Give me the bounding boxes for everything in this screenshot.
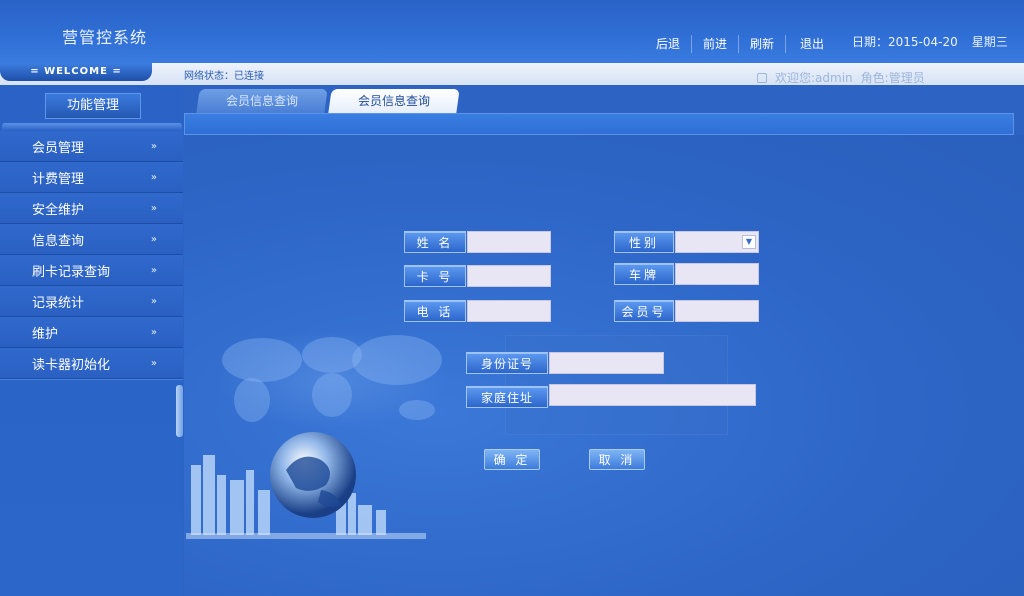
sidebar-heading: 功能管理 bbox=[45, 93, 141, 119]
double-chevron-down-icon: » bbox=[150, 295, 157, 307]
welcome-user: 欢迎您:admin bbox=[775, 71, 853, 85]
sidebar-scroll-handle[interactable] bbox=[176, 385, 183, 437]
double-chevron-down-icon: » bbox=[150, 264, 157, 276]
name-input[interactable] bbox=[467, 231, 551, 253]
sidebar-item-label: 刷卡记录查询 bbox=[32, 264, 111, 280]
sidebar-item-maintenance[interactable]: 维护 » bbox=[0, 317, 183, 348]
double-chevron-down-icon: » bbox=[150, 326, 157, 338]
id-input[interactable] bbox=[549, 352, 664, 374]
globe-graphic bbox=[270, 432, 356, 518]
sidebar-item-label: 信息查询 bbox=[32, 233, 85, 249]
tab-bar: 会员信息查询 会员信息查询 bbox=[196, 89, 462, 113]
tab-content-strip bbox=[184, 113, 1014, 135]
date-text: 日期：2015-04-20 bbox=[852, 35, 958, 49]
logout-button[interactable]: 退出 bbox=[785, 35, 838, 53]
sidebar-item-label: 会员管理 bbox=[32, 140, 85, 156]
user-info: 欢迎您:admin 角色:管理员 bbox=[757, 69, 925, 86]
header: 营管控系统 后退 前进 刷新 退出 日期：2015-04-20 星期三 bbox=[0, 0, 1024, 63]
member-no-input[interactable] bbox=[675, 300, 759, 322]
plate-input[interactable] bbox=[675, 263, 759, 285]
name-label: 姓 名 bbox=[404, 231, 466, 253]
sidebar-item-label: 读卡器初始化 bbox=[32, 357, 111, 373]
user-icon bbox=[757, 72, 767, 83]
app-title: 营管控系统 bbox=[62, 28, 148, 47]
sidebar-item-security[interactable]: 安全维护 » bbox=[0, 193, 183, 224]
double-chevron-down-icon: » bbox=[150, 140, 157, 152]
double-chevron-down-icon: » bbox=[150, 233, 157, 245]
confirm-button[interactable]: 确 定 bbox=[484, 449, 540, 470]
sidebar-item-billing[interactable]: 计费管理 » bbox=[0, 162, 183, 193]
double-chevron-down-icon: » bbox=[150, 357, 157, 369]
sidebar-item-info-query[interactable]: 信息查询 » bbox=[0, 224, 183, 255]
status-bar: = WELCOME = 网络状态：已连接 欢迎您:admin 角色:管理员 bbox=[0, 63, 1024, 85]
sidebar-item-statistics[interactable]: 记录统计 » bbox=[0, 286, 183, 317]
sidebar-menu: 会员管理 » 计费管理 » 安全维护 » 信息查询 » 刷卡记录查询 » 记录统… bbox=[0, 131, 183, 379]
sidebar-item-member-management[interactable]: 会员管理 » bbox=[0, 131, 183, 162]
double-chevron-down-icon: » bbox=[150, 171, 157, 183]
world-map-graphic bbox=[222, 335, 442, 422]
tab-label: 会员信息查询 bbox=[358, 94, 431, 108]
weekday-text: 星期三 bbox=[971, 35, 1008, 49]
sidebar: 功能管理 会员管理 » 计费管理 » 安全维护 » 信息查询 » 刷卡记录查询 … bbox=[0, 85, 183, 596]
sidebar-item-label: 安全维护 bbox=[32, 202, 85, 218]
sidebar-item-reader-init[interactable]: 读卡器初始化 » bbox=[0, 348, 183, 379]
sidebar-item-swipe-records[interactable]: 刷卡记录查询 » bbox=[0, 255, 183, 286]
phone-input[interactable] bbox=[467, 300, 551, 322]
sidebar-divider bbox=[2, 123, 182, 131]
id-label: 身份证号 bbox=[466, 352, 548, 374]
sidebar-item-label: 记录统计 bbox=[32, 295, 85, 311]
gender-label: 性别 bbox=[614, 231, 674, 253]
card-input[interactable] bbox=[467, 265, 551, 287]
address-input[interactable] bbox=[549, 384, 756, 406]
back-button[interactable]: 后退 bbox=[645, 35, 691, 53]
date-display: 日期：2015-04-20 星期三 bbox=[852, 33, 1008, 50]
double-chevron-down-icon: » bbox=[150, 202, 157, 214]
member-no-label: 会员号 bbox=[614, 300, 674, 322]
tab-label: 会员信息查询 bbox=[226, 94, 299, 108]
forward-button[interactable]: 前进 bbox=[691, 35, 738, 53]
sidebar-item-label: 维护 bbox=[32, 326, 59, 342]
plate-label: 车牌 bbox=[614, 263, 674, 285]
sidebar-item-label: 计费管理 bbox=[32, 171, 85, 187]
user-role: 角色:管理员 bbox=[860, 71, 925, 85]
refresh-button[interactable]: 刷新 bbox=[738, 35, 785, 53]
tab-member-query-1[interactable]: 会员信息查询 bbox=[196, 89, 328, 113]
top-nav: 后退 前进 刷新 退出 bbox=[645, 35, 838, 53]
phone-label: 电 话 bbox=[404, 300, 466, 322]
gender-select[interactable]: ▼ bbox=[675, 231, 759, 253]
card-label: 卡 号 bbox=[404, 265, 466, 287]
network-status: 网络状态：已连接 bbox=[184, 71, 264, 82]
address-label: 家庭住址 bbox=[466, 386, 548, 408]
cancel-button[interactable]: 取 消 bbox=[589, 449, 645, 470]
welcome-badge: = WELCOME = bbox=[0, 63, 152, 81]
tab-member-query-2[interactable]: 会员信息查询 bbox=[328, 89, 460, 113]
chevron-down-icon[interactable]: ▼ bbox=[742, 235, 756, 249]
